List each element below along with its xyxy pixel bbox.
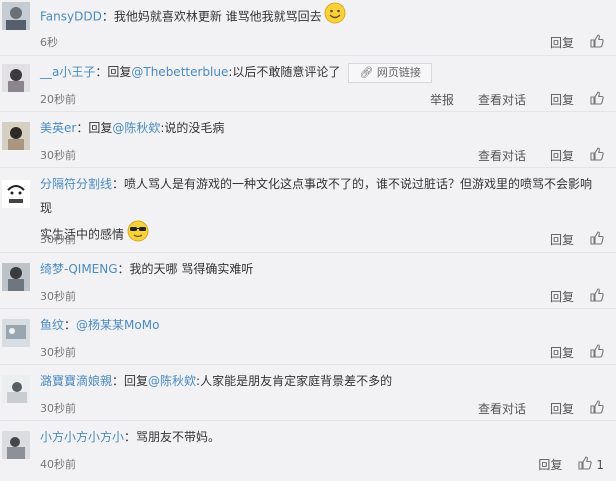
comment-item: 小方小方小方小：骂朋友不带妈。 40秒前 回复 1 [0,421,616,481]
avatar[interactable] [2,122,30,150]
thumbs-up-icon [590,147,604,164]
like-button[interactable] [590,91,604,108]
mention-link[interactable]: @杨某某MoMo [76,318,159,332]
comment-item: 美英er：回复@陈秋欸:说的没毛病 30秒前 查看对话 回复 [0,112,616,168]
mention-link[interactable]: @Thebetterblue [131,65,228,79]
comment-time: 30秒前 [40,233,76,246]
avatar[interactable] [2,180,30,208]
comment-item: 潞寶寶滴娘親：回复@陈秋欸:人家能是朋友肯定家庭背景差不多的 30秒前 查看对话… [0,365,616,421]
reply-button[interactable]: 回复 [550,91,574,108]
report-button[interactable]: 举报 [430,91,454,108]
comment-body: 小方小方小方小：骂朋友不带妈。 [40,425,602,449]
reply-button[interactable]: 回复 [550,344,574,361]
comment-item: __a小王子：回复@Thebetterblue:以后不敢随意评论了 🔗︎ 网页链接… [0,56,616,112]
like-count: 1 [596,457,604,472]
like-button[interactable] [590,288,604,305]
like-button[interactable]: 1 [578,456,604,473]
comment-text: :人家能是朋友肯定家庭背景差不多的 [196,374,393,388]
comment-body: 潞寶寶滴娘親：回复@陈秋欸:人家能是朋友肯定家庭背景差不多的 [40,369,602,393]
comment-text: ：骂朋友不带妈。 [124,430,221,444]
thumbs-up-icon [590,34,604,51]
comment-text: ：喷人骂人是有游戏的一种文化这点事改不了的，谁不说过脏话？但游戏里的喷骂不会影响… [40,177,593,215]
link-icon: 🔗︎ [359,65,377,79]
comment-username[interactable]: 潞寶寶滴娘親 [40,374,112,388]
comment-text: :以后不敢随意评论了 [228,65,341,79]
comment-username[interactable]: __a小王子 [40,65,95,79]
comment-item: FansyDDD：我他妈就喜欢林更新 谁骂他我就骂回去 6秒 回复 [0,0,616,56]
like-button[interactable] [590,231,604,248]
like-button[interactable] [590,344,604,361]
thumbs-up-icon [590,344,604,361]
thumbs-up-icon [590,288,604,305]
comment-username[interactable]: FansyDDD [40,10,102,24]
comment-text: ：我的天哪 骂得确实难听 [117,262,254,276]
comment-username[interactable]: 分隔符分割线 [40,177,112,191]
comment-body: 美英er：回复@陈秋欸:说的没毛病 [40,116,602,140]
comment-body: 鱼纹：@杨某某MoMo [40,313,602,337]
avatar[interactable] [2,263,30,291]
reply-button[interactable]: 回复 [550,400,574,417]
like-button[interactable] [590,34,604,51]
comment-username[interactable]: 小方小方小方小 [40,430,124,444]
comment-time: 30秒前 [40,402,76,415]
comment-item: 分隔符分割线：喷人骂人是有游戏的一种文化这点事改不了的，谁不说过脏话？但游戏里的… [0,168,616,253]
avatar[interactable] [2,64,30,92]
like-button[interactable] [590,147,604,164]
view-conversation-button[interactable]: 查看对话 [478,400,526,417]
reply-button[interactable]: 回复 [550,288,574,305]
thumbs-up-icon [578,456,593,473]
comment-username[interactable]: 绮梦-QIMENG [40,262,118,276]
comment-text: :说的没毛病 [160,121,225,135]
reply-button[interactable]: 回复 [550,147,574,164]
avatar[interactable] [2,375,30,403]
view-conversation-button[interactable]: 查看对话 [478,147,526,164]
mention-link[interactable]: @陈秋欸 [148,374,196,388]
comment-time: 6秒 [40,36,58,49]
comment-prefix: ：回复 [95,65,132,79]
mention-link[interactable]: @陈秋欸 [112,121,160,135]
comment-username[interactable]: 美英er [40,121,76,135]
avatar[interactable] [2,431,30,459]
comment-body: 绮梦-QIMENG：我的天哪 骂得确实难听 [40,257,602,281]
thumbs-up-icon [590,231,604,248]
comment-prefix: ：回复 [76,121,113,135]
comment-item: 鱼纹：@杨某某MoMo 30秒前 回复 [0,309,616,365]
thumbs-up-icon [590,91,604,108]
avatar[interactable] [2,319,30,347]
comment-body: 分隔符分割线：喷人骂人是有游戏的一种文化这点事改不了的，谁不说过脏话？但游戏里的… [40,172,602,250]
comment-prefix: ：回复 [112,374,149,388]
view-conversation-button[interactable]: 查看对话 [478,91,526,108]
comment-text: ：我他妈就喜欢林更新 谁骂他我就骂回去 [101,9,322,24]
comment-time: 30秒前 [40,346,76,359]
like-button[interactable] [590,400,604,417]
thumbs-up-icon [590,400,604,417]
reply-button[interactable]: 回复 [538,456,562,473]
comment-time: 20秒前 [40,93,76,106]
web-link-button[interactable]: 🔗︎ 网页链接 [348,62,432,83]
comment-body: __a小王子：回复@Thebetterblue:以后不敢随意评论了 🔗︎ 网页链接 [40,60,602,84]
comment-time: 30秒前 [40,149,76,162]
comment-item: 绮梦-QIMENG：我的天哪 骂得确实难听 30秒前 回复 [0,253,616,309]
avatar[interactable] [2,2,30,30]
comment-body: FansyDDD：我他妈就喜欢林更新 谁骂他我就骂回去 [40,2,602,32]
comment-time: 40秒前 [40,458,76,471]
reply-button[interactable]: 回复 [550,34,574,51]
reply-button[interactable]: 回复 [550,231,574,248]
comment-prefix: ： [64,318,77,332]
comment-time: 30秒前 [40,290,76,303]
smile-emoji-icon [324,2,346,32]
comment-username[interactable]: 鱼纹 [40,318,64,332]
sunglasses-emoji-icon [126,220,150,250]
